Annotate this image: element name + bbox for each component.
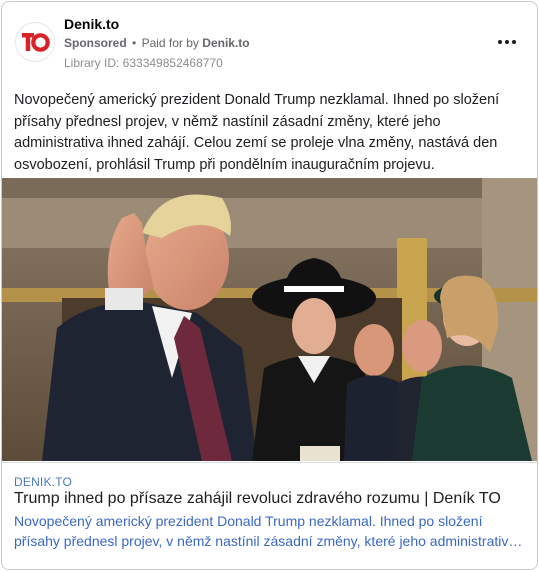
link-description[interactable]: Novopečený americký prezident Donald Tru… [14, 511, 526, 551]
link-title[interactable]: Trump ihned po přísaze zahájil revoluci … [14, 490, 501, 508]
paid-for-prefix: Paid for by [141, 36, 199, 50]
more-options-button[interactable] [495, 32, 519, 52]
link-preview[interactable]: DENIK.TO Trump ihned po přísaze zahájil … [2, 462, 537, 569]
ad-header: Denik.to Sponsored • Paid for by Denik.t… [2, 2, 537, 82]
library-id: Library ID: 633349852468770 [64, 56, 223, 70]
inauguration-photo [2, 178, 537, 461]
sponsored-line: Sponsored • Paid for by Denik.to [64, 36, 250, 50]
link-domain[interactable]: DENIK.TO [14, 475, 72, 489]
sponsored-label: Sponsored [64, 36, 127, 50]
page-avatar[interactable] [15, 22, 55, 62]
paid-for-page-link[interactable]: Denik.to [202, 36, 249, 50]
denik-to-logo-icon [18, 25, 52, 59]
more-options-icon [497, 40, 517, 44]
ad-body-text: Novopečený americký prezident Donald Tru… [14, 92, 500, 173]
ad-image[interactable] [2, 178, 537, 461]
page-name[interactable]: Denik.to [64, 16, 119, 32]
separator-dot: • [132, 36, 137, 50]
ad-card: Denik.to Sponsored • Paid for by Denik.t… [1, 1, 538, 570]
